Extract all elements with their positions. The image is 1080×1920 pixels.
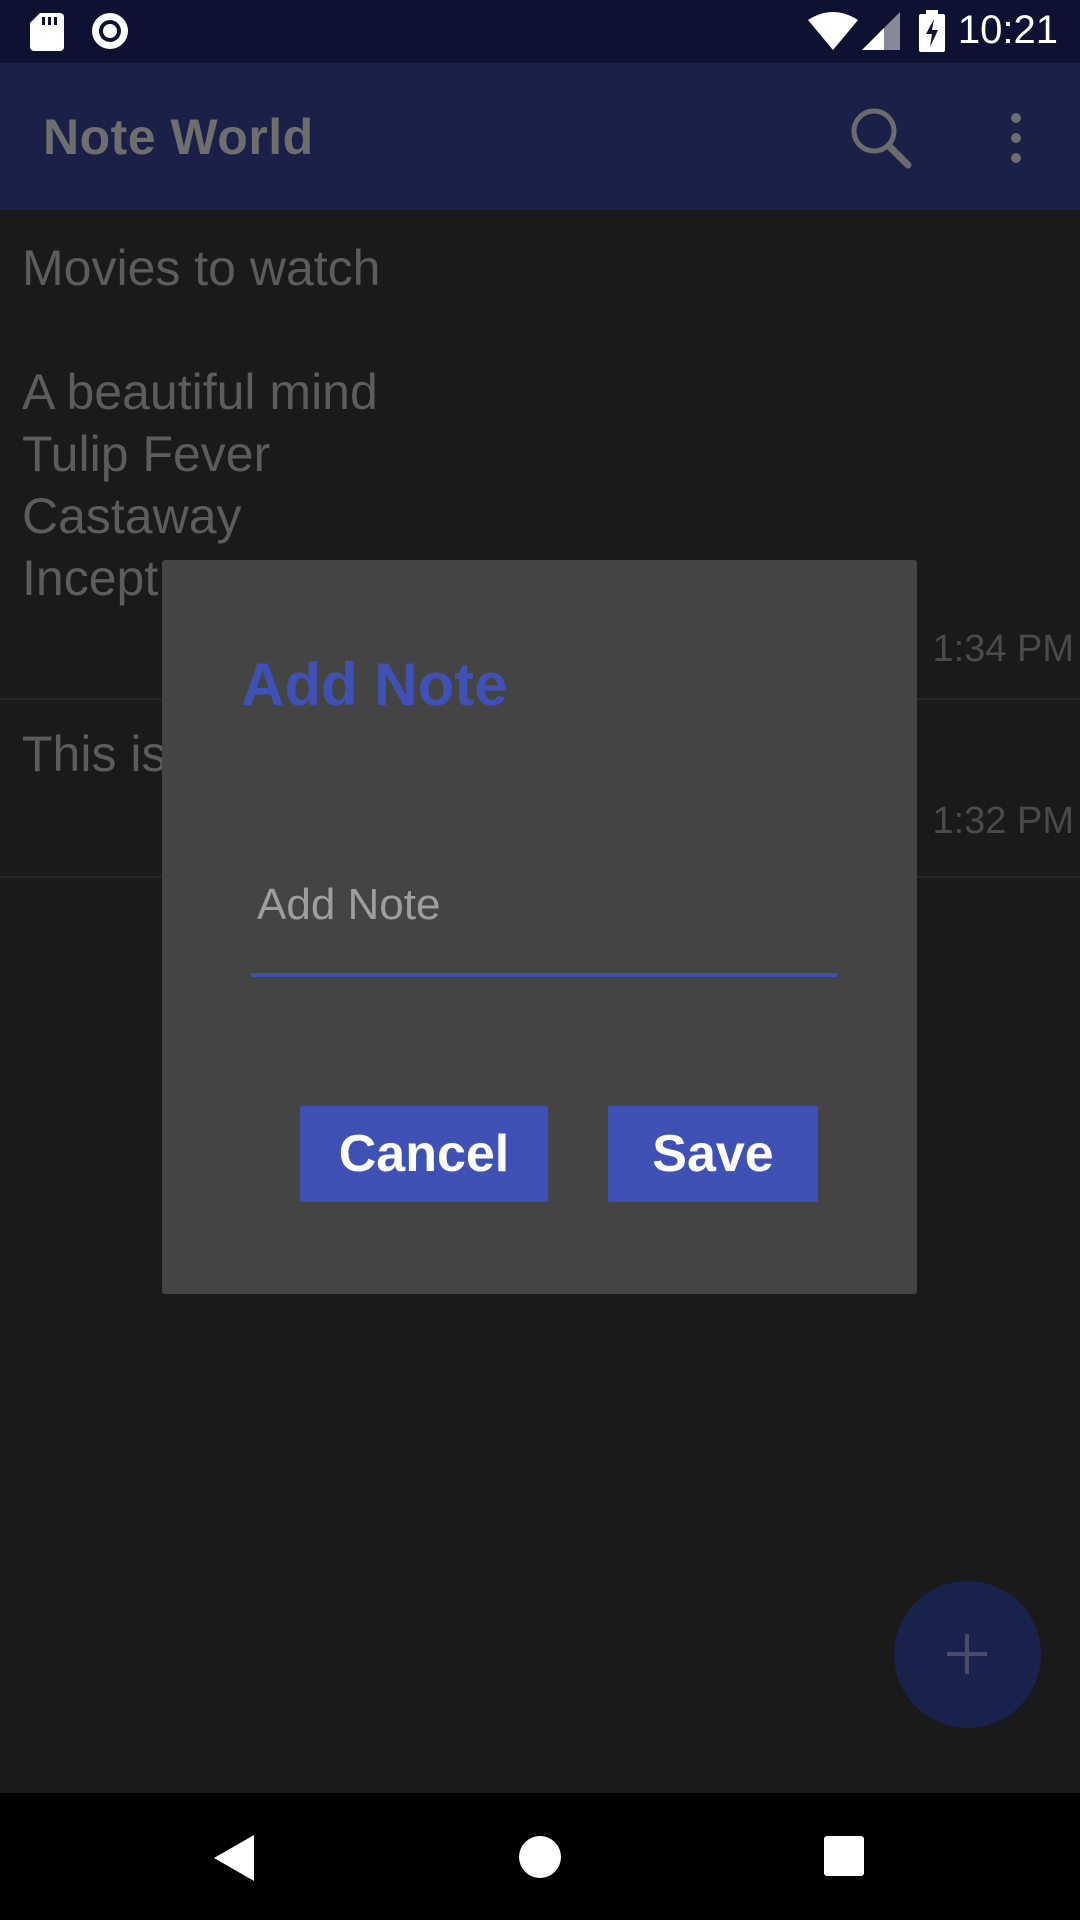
battery-charging-icon [919, 10, 945, 52]
back-button[interactable] [210, 1833, 260, 1883]
wifi-icon [808, 12, 858, 50]
note-timestamp: 1:34 PM [932, 628, 1074, 670]
system-nav-bar [0, 1793, 1080, 1920]
sync-icon [92, 13, 128, 49]
search-icon [851, 108, 912, 169]
search-button[interactable] [846, 103, 916, 173]
note-text: Movies to watch A beautiful mind Tulip F… [22, 240, 381, 606]
cancel-button[interactable]: Cancel [300, 1106, 548, 1202]
note-input[interactable] [251, 865, 837, 977]
more-vert-icon [1011, 113, 1021, 163]
sd-card-icon [30, 13, 64, 51]
note-text: This is [22, 726, 167, 782]
note-timestamp: 1:32 PM [932, 800, 1074, 842]
status-time: 10:21 [957, 8, 1058, 52]
save-button[interactable]: Save [608, 1106, 818, 1202]
recents-button[interactable] [824, 1836, 864, 1876]
home-button[interactable] [518, 1835, 562, 1879]
more-options-button[interactable] [996, 108, 1036, 168]
signal-icon [862, 12, 900, 50]
plus-icon [947, 1634, 987, 1674]
recents-icon [824, 1836, 864, 1876]
add-note-dialog: Add Note Cancel Save [162, 560, 917, 1294]
back-icon [214, 1835, 254, 1881]
app-title: Note World [43, 109, 314, 165]
app-toolbar: Note World [0, 63, 1080, 210]
status-bar: 10:21 [0, 0, 1080, 63]
add-note-fab[interactable] [894, 1581, 1041, 1728]
dialog-title: Add Note [241, 651, 508, 718]
home-icon [519, 1836, 561, 1878]
